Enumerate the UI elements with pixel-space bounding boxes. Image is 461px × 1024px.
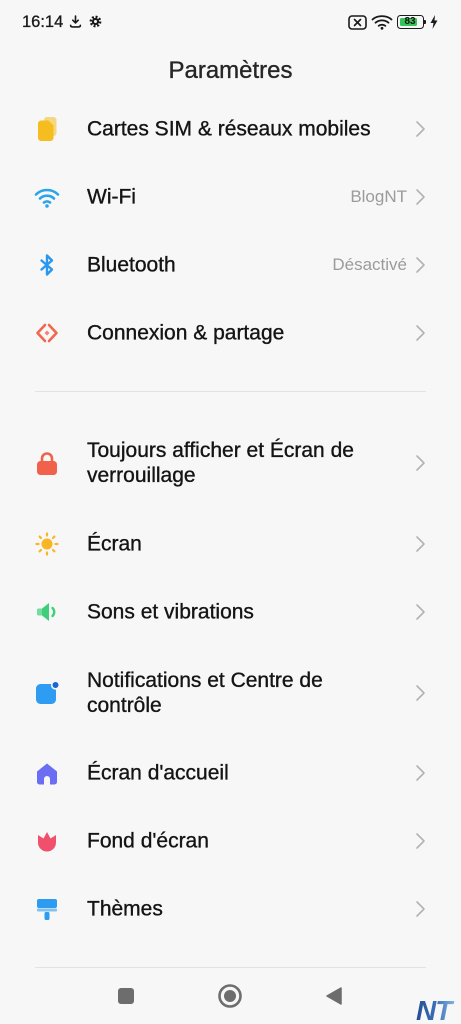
settings-item-wifi[interactable]: Wi-Fi BlogNT [0,163,461,231]
settings-list: Cartes SIM & réseaux mobiles Wi-Fi BlogN… [0,95,461,992]
settings-item-themes[interactable]: Thèmes [0,875,461,943]
settings-item-label: Toujours afficher et Écran de verrouilla… [87,439,354,487]
settings-item-label: Cartes SIM & réseaux mobiles [87,117,371,141]
wifi-icon [34,184,60,210]
download-icon [69,15,82,28]
settings-item-wallpaper[interactable]: Fond d'écran [0,807,461,875]
settings-item-label: Écran d'accueil [87,761,229,785]
chevron-right-icon [415,324,426,342]
settings-item-label: Sons et vibrations [87,600,254,624]
settings-item-sound[interactable]: Sons et vibrations [0,578,461,646]
status-bar: 16:14 83 [0,0,461,46]
charging-icon [430,15,438,29]
status-time: 16:14 [22,13,64,31]
back-icon[interactable] [325,986,343,1006]
settings-item-label: Connexion & partage [87,321,285,345]
connection-sharing-icon [34,320,60,346]
wallpaper-icon [34,828,60,854]
home-icon[interactable] [217,983,243,1009]
settings-item-lock-screen[interactable]: Toujours afficher et Écran de verrouilla… [0,416,461,510]
settings-item-home-screen[interactable]: Écran d'accueil [0,739,461,807]
page-header: Paramètres [0,46,461,95]
themes-icon [34,896,60,922]
sun-icon [34,531,60,557]
settings-item-label: Notifications et Centre de contrôle [87,668,323,717]
chevron-right-icon [415,684,426,702]
settings-item-label: Wi-Fi [87,185,136,209]
no-sim-icon [348,15,367,30]
settings-item-notifications[interactable]: Notifications et Centre de contrôle [0,646,461,739]
battery-level: 83 [404,16,416,27]
home-screen-icon [34,760,60,786]
chevron-right-icon [415,900,426,918]
settings-section: Toujours afficher et Écran de verrouilla… [0,416,461,943]
page-title: Paramètres [168,57,293,84]
chevron-right-icon [415,535,426,553]
chevron-right-icon [415,832,426,850]
settings-item-value: BlogNT [350,187,407,206]
wifi-signal-icon [371,14,393,30]
chevron-right-icon [415,603,426,621]
settings-item-sim-networks[interactable]: Cartes SIM & réseaux mobiles [0,95,461,163]
bluetooth-icon [34,252,60,278]
chevron-right-icon [415,764,426,782]
gear-icon [89,15,102,28]
speaker-icon [34,599,60,625]
settings-item-label: Thèmes [87,897,163,921]
settings-item-label: Fond d'écran [87,829,209,853]
battery-icon: 83 [397,15,426,29]
chevron-right-icon [415,454,426,472]
section-divider [35,967,426,968]
section-divider [35,391,426,392]
watermark-logo: NT [416,997,460,1024]
settings-section: Cartes SIM & réseaux mobiles Wi-Fi BlogN… [0,95,461,367]
settings-item-connection-sharing[interactable]: Connexion & partage [0,299,461,367]
settings-item-value: Désactivé [332,255,407,274]
chevron-right-icon [415,120,426,138]
battery-tip [423,19,426,24]
settings-item-display[interactable]: Écran [0,510,461,578]
navigation-bar [0,976,461,1016]
chevron-right-icon [415,256,426,274]
lock-icon [34,450,60,476]
sim-card-icon [34,116,60,142]
recents-icon[interactable] [118,988,134,1004]
chevron-right-icon [415,188,426,206]
settings-item-bluetooth[interactable]: Bluetooth Désactivé [0,231,461,299]
notification-icon [34,679,60,706]
settings-item-label: Écran [87,532,142,556]
